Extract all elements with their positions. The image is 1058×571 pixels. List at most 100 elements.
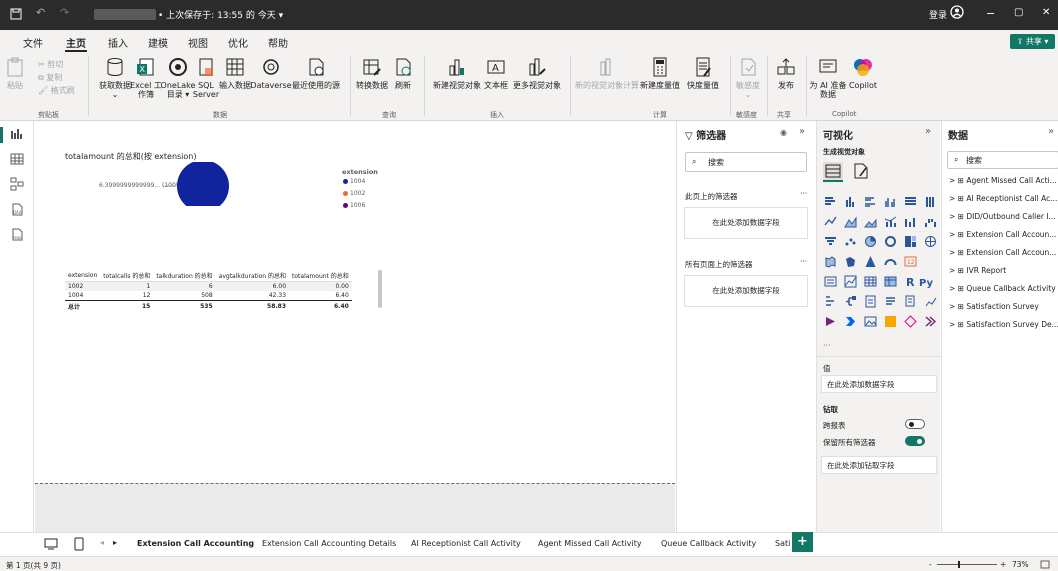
legend-item-1006[interactable]: 1006	[343, 202, 365, 209]
textbox-button[interactable]: A 文本框	[480, 56, 512, 90]
quick-measure-button[interactable]: 快度量值	[682, 56, 724, 90]
table-view-icon[interactable]	[10, 152, 24, 166]
menu-file[interactable]: 文件	[23, 35, 43, 50]
azure-map-icon[interactable]	[864, 255, 877, 268]
r-visual-icon[interactable]: R	[904, 275, 917, 288]
clustered-column-icon[interactable]	[884, 195, 897, 208]
fit-to-page-icon[interactable]	[1040, 560, 1050, 569]
table-header[interactable]: totalamount 的总和	[289, 270, 352, 282]
gauge-icon[interactable]	[884, 255, 897, 268]
clustered-bar-icon[interactable]	[864, 195, 877, 208]
data-table-item[interactable]: > ⊞ DID/Outbound Caller I...	[949, 212, 1058, 221]
table-scrollbar[interactable]	[378, 270, 382, 308]
smart-narrative-icon[interactable]	[884, 295, 897, 308]
kpi-icon[interactable]	[844, 275, 857, 288]
area-chart-icon[interactable]	[844, 215, 857, 228]
collapse-data-icon[interactable]: »	[1048, 126, 1054, 137]
legend-item-1002[interactable]: 1002	[343, 190, 365, 197]
account-icon[interactable]	[950, 5, 964, 19]
map-icon[interactable]	[924, 235, 937, 248]
save-status[interactable]: • 上次保存于: 13:55 的 今天 ▾	[158, 8, 283, 21]
report-page[interactable]: totalamount 的总和(按 extension) 6.399999999…	[35, 121, 675, 483]
filled-map-icon[interactable]	[824, 255, 837, 268]
dataverse-button[interactable]: Dataverse	[250, 56, 292, 90]
table-header[interactable]: extension	[65, 270, 101, 282]
values-well[interactable]: 在此处添加数据字段	[821, 375, 937, 393]
treemap-icon[interactable]	[904, 235, 917, 248]
report-view-icon[interactable]	[10, 127, 24, 141]
model-view-icon[interactable]	[10, 177, 24, 191]
cut-button[interactable]: ✂ 剪切	[38, 58, 75, 71]
data-table-item[interactable]: > ⊞ Satisfaction Survey De...	[949, 320, 1058, 329]
more-options-icon[interactable]: ···	[800, 189, 807, 198]
add-page-button[interactable]: +	[792, 532, 813, 552]
tab-extension-call-accounting[interactable]: Extension Call Accounting	[126, 539, 265, 559]
line-column-icon[interactable]	[884, 215, 897, 228]
matrix-icon[interactable]	[884, 275, 897, 288]
donut-icon[interactable]	[884, 235, 897, 248]
stacked-bar-icon[interactable]	[824, 195, 837, 208]
data-table-item[interactable]: > ⊞ Queue Callback Activity	[949, 284, 1058, 293]
login-link[interactable]: 登录	[929, 8, 947, 21]
multi-row-card-icon[interactable]	[824, 275, 837, 288]
zoom-out-button[interactable]: -	[929, 560, 932, 569]
table-header[interactable]: totalcalls 的总和	[100, 270, 154, 282]
zoom-in-button[interactable]: +	[1000, 560, 1006, 569]
menu-insert[interactable]: 插入	[108, 35, 128, 50]
data-table[interactable]: extension totalcalls 的总和 talkduration 的总…	[65, 270, 352, 312]
minimize-button[interactable]: −	[986, 7, 995, 20]
data-table-item[interactable]: > ⊞ IVR Report	[949, 266, 1058, 275]
tmdl-view-icon[interactable]: TMDL	[10, 227, 24, 241]
maximize-button[interactable]: ▢	[1014, 7, 1023, 18]
eye-icon[interactable]: ◉	[780, 128, 787, 137]
100-bar-icon[interactable]	[904, 195, 917, 208]
format-visual-tab[interactable]	[851, 162, 871, 182]
key-influencers-icon[interactable]	[824, 295, 837, 308]
chevron-double-icon[interactable]	[924, 315, 937, 328]
data-table-item[interactable]: > ⊞ Agent Missed Call Acti...	[949, 176, 1058, 185]
card-icon[interactable]: 12	[904, 255, 917, 268]
tab-satisfaction[interactable]: Sati	[775, 539, 790, 548]
table-visual-icon[interactable]	[864, 275, 877, 288]
azure-ml-icon[interactable]	[884, 315, 897, 328]
desktop-layout-icon[interactable]	[44, 538, 58, 550]
copilot-button[interactable]: Copilot	[844, 56, 882, 90]
build-visual-tab[interactable]	[823, 162, 843, 182]
menu-home[interactable]: 主页	[65, 35, 87, 52]
stacked-area-icon[interactable]	[864, 215, 877, 228]
data-table-item[interactable]: > ⊞ Satisfaction Survey	[949, 302, 1058, 311]
tabs-prev-icon[interactable]: ◂	[100, 538, 104, 547]
recent-sources-button[interactable]: 最近使用的源	[290, 56, 342, 90]
cross-report-toggle[interactable]	[905, 419, 925, 429]
shape-map-icon[interactable]	[844, 255, 857, 268]
save-icon[interactable]	[10, 8, 22, 20]
new-visual-button[interactable]: 新建视觉对象	[430, 56, 484, 90]
more-options-icon[interactable]: ···	[800, 257, 807, 266]
zoom-thumb[interactable]	[958, 561, 960, 568]
mobile-layout-icon[interactable]	[74, 537, 84, 551]
image-icon[interactable]	[864, 315, 877, 328]
metrics-icon[interactable]	[924, 295, 937, 308]
this-page-filter-well[interactable]: 在此处添加数据字段	[684, 207, 808, 239]
collapse-filters-icon[interactable]: »	[799, 126, 805, 137]
data-table-item[interactable]: > ⊞ Extension Call Accoun...	[949, 230, 1058, 239]
prepare-ai-button[interactable]: 为 AI 准备数据	[808, 56, 848, 99]
scatter-icon[interactable]	[844, 235, 857, 248]
format-painter-button[interactable]: 🖌 格式刷	[38, 84, 75, 97]
table-header[interactable]: avgtalkduration 的总和	[215, 270, 290, 282]
copy-button[interactable]: ⧉ 复制	[38, 71, 75, 84]
new-visual-calc-button[interactable]: 新的视觉对象计算	[574, 56, 640, 90]
ribbon-chart-icon[interactable]	[904, 215, 917, 228]
menu-view[interactable]: 视图	[188, 35, 208, 50]
power-automate-icon[interactable]	[844, 315, 857, 328]
undo-icon[interactable]: ↶	[36, 6, 45, 19]
stacked-column-icon[interactable]	[844, 195, 857, 208]
data-search-input[interactable]: ⌕ 搜索	[947, 151, 1058, 169]
collapse-viz-icon[interactable]: »	[925, 126, 931, 137]
menu-help[interactable]: 帮助	[268, 35, 288, 50]
tab-extension-call-accounting-details[interactable]: Extension Call Accounting Details	[262, 539, 396, 548]
diamond-icon[interactable]	[904, 315, 917, 328]
new-measure-button[interactable]: 新建度量值	[638, 56, 682, 90]
pie-slice-1004[interactable]	[177, 162, 229, 206]
publish-button[interactable]: 发布	[770, 56, 802, 90]
